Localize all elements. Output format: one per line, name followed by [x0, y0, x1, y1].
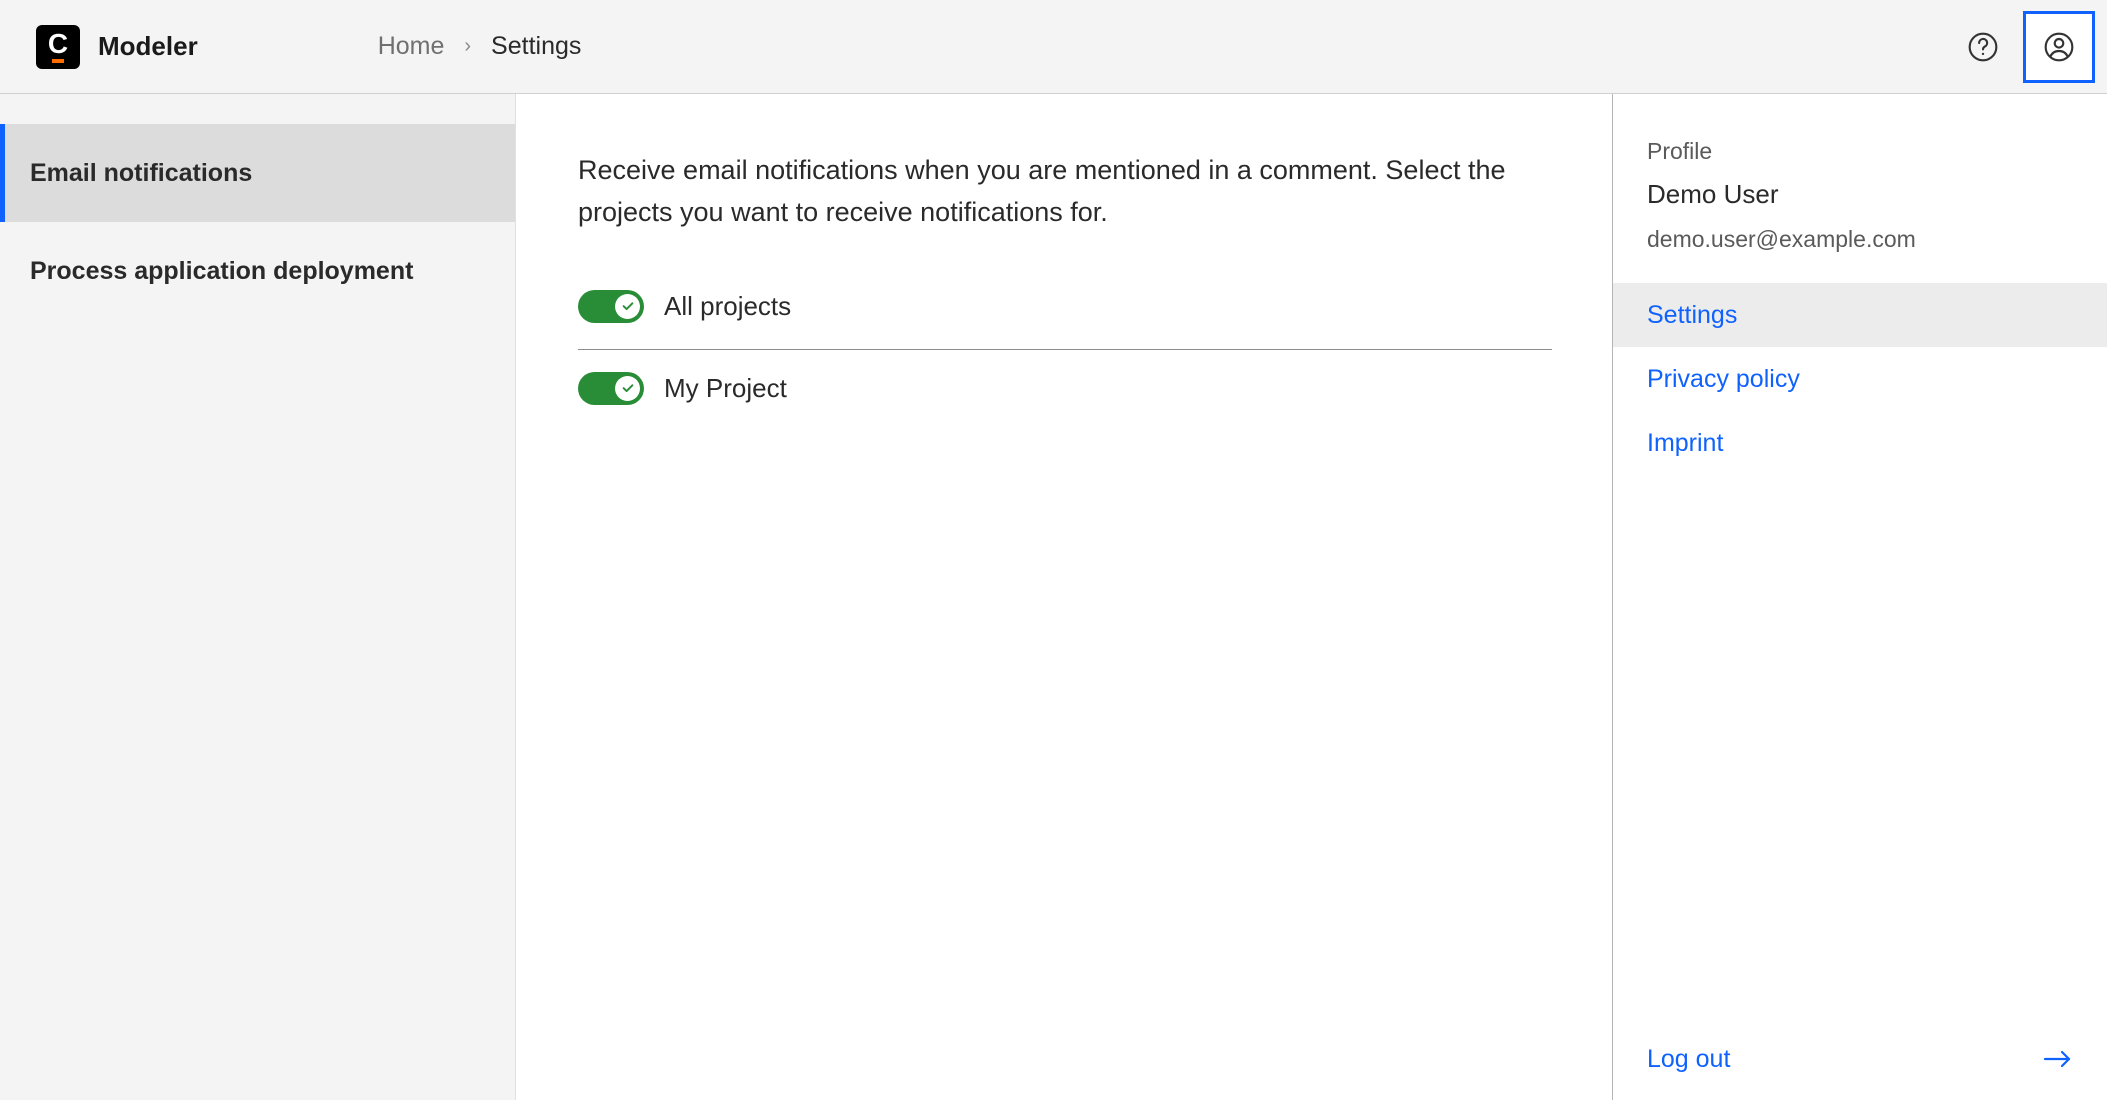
panel-link-label: Imprint: [1647, 429, 1723, 458]
toggle-row-all-projects: All projects: [578, 278, 1552, 350]
header-actions: [1947, 11, 2095, 83]
arrow-right-icon: [2043, 1048, 2073, 1070]
toggle-label: All projects: [664, 291, 791, 322]
logo-accent: [52, 59, 64, 63]
panel-link-imprint[interactable]: Imprint: [1613, 411, 2107, 475]
main-content: Receive email notifications when you are…: [516, 94, 1613, 1100]
breadcrumb: Home › Settings: [378, 32, 582, 61]
panel-link-label: Settings: [1647, 301, 1737, 330]
panel-link-settings[interactable]: Settings: [1613, 283, 2107, 347]
header: C Modeler Home › Settings: [0, 0, 2107, 94]
help-icon: [1967, 31, 1999, 63]
toggle-label: My Project: [664, 373, 787, 404]
panel-links: Settings Privacy policy Imprint: [1613, 283, 2107, 475]
toggle-all-projects[interactable]: [578, 290, 644, 323]
toggle-thumb: [615, 294, 640, 319]
logout-label: Log out: [1647, 1045, 1730, 1074]
settings-description: Receive email notifications when you are…: [578, 150, 1548, 234]
profile-section-label: Profile: [1647, 138, 2073, 165]
sidebar-item-process-application-deployment[interactable]: Process application deployment: [0, 222, 515, 320]
body: Email notifications Process application …: [0, 94, 2107, 1100]
panel-link-privacy-policy[interactable]: Privacy policy: [1613, 347, 2107, 411]
app-logo[interactable]: C: [36, 25, 80, 69]
toggle-row-my-project: My Project: [578, 350, 1552, 425]
profile-section: Profile Demo User demo.user@example.com: [1613, 94, 2107, 283]
panel-link-label: Privacy policy: [1647, 365, 1800, 394]
logo-letter: C: [48, 30, 68, 58]
check-icon: [621, 299, 635, 313]
toggle-thumb: [615, 376, 640, 401]
sidebar-item-email-notifications[interactable]: Email notifications: [0, 124, 515, 222]
logout-button[interactable]: Log out: [1613, 1018, 2107, 1100]
left-sidebar: Email notifications Process application …: [0, 94, 516, 1100]
breadcrumb-current: Settings: [491, 32, 581, 61]
app-title: Modeler: [98, 31, 198, 62]
user-icon: [2043, 31, 2075, 63]
profile-panel: Profile Demo User demo.user@example.com …: [1613, 94, 2107, 1100]
toggle-my-project[interactable]: [578, 372, 644, 405]
breadcrumb-home[interactable]: Home: [378, 32, 445, 61]
profile-button[interactable]: [2023, 11, 2095, 83]
sidebar-item-label: Email notifications: [30, 159, 252, 188]
chevron-right-icon: ›: [464, 35, 471, 58]
profile-user-email: demo.user@example.com: [1647, 226, 2073, 253]
profile-user-name: Demo User: [1647, 179, 2073, 210]
help-button[interactable]: [1947, 11, 2019, 83]
check-icon: [621, 381, 635, 395]
sidebar-item-label: Process application deployment: [30, 257, 413, 286]
